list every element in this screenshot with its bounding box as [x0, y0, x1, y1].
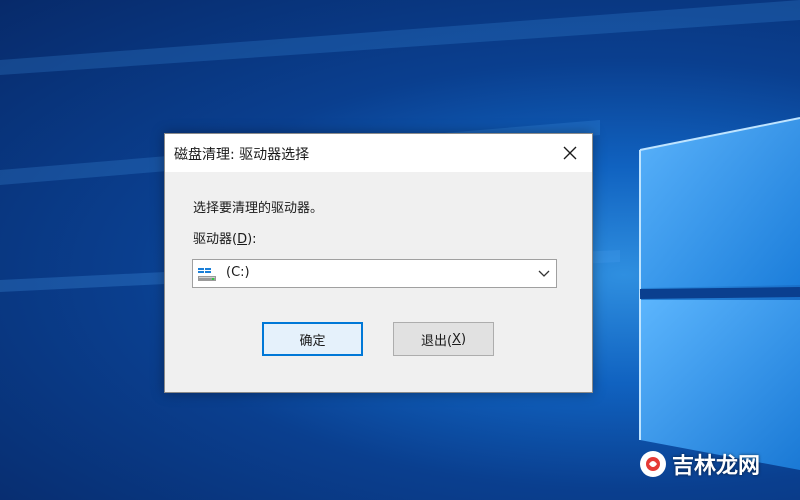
exit-button[interactable]: 退出(X) [393, 322, 494, 356]
drive-label-prefix: 驱动器( [193, 232, 238, 247]
drive-label: 驱动器(D): [193, 228, 257, 247]
dialog-title: 磁盘清理: 驱动器选择 [174, 147, 310, 163]
disk-cleanup-dialog: 磁盘清理: 驱动器选择 选择要清理的驱动器。 驱动器(D): (C:) 确定 退… [164, 133, 593, 393]
close-icon [563, 146, 577, 160]
ok-button-label: 确定 [299, 333, 326, 349]
exit-button-label-suffix: ) [460, 331, 467, 347]
desktop-background: 磁盘清理: 驱动器选择 选择要清理的驱动器。 驱动器(D): (C:) 确定 退… [0, 0, 800, 500]
site-watermark: 吉林龙网 [639, 448, 760, 480]
close-button[interactable] [548, 134, 592, 172]
hard-drive-icon [198, 268, 216, 281]
watermark-logo-icon [639, 451, 666, 477]
selected-drive-value: (C:) [226, 265, 250, 280]
exit-button-label-prefix: 退出( [420, 333, 453, 349]
drive-dropdown[interactable]: (C:) [192, 259, 557, 288]
watermark-text: 吉林龙网 [671, 454, 760, 479]
exit-button-mnemonic: X [452, 331, 461, 347]
drive-label-mnemonic: D [237, 232, 248, 247]
ok-button[interactable]: 确定 [262, 322, 363, 356]
dialog-titlebar: 磁盘清理: 驱动器选择 [165, 134, 592, 172]
drive-label-suffix: ): [247, 232, 257, 247]
chevron-down-icon [538, 270, 550, 277]
instruction-text: 选择要清理的驱动器。 [193, 201, 324, 216]
